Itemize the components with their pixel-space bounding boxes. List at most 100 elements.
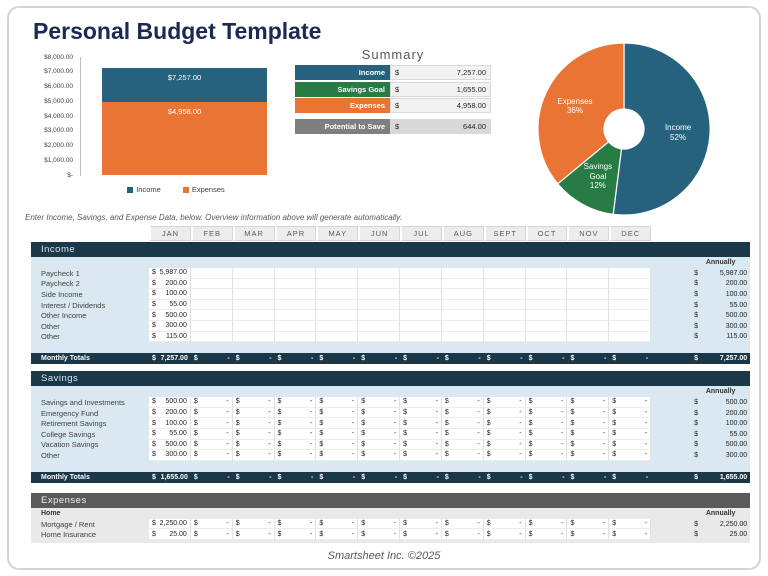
cell-may[interactable]: $- [316,440,358,451]
cell-sept[interactable]: $- [484,418,526,429]
cell-feb[interactable]: $- [191,429,233,440]
cell-nov[interactable]: $- [567,397,609,408]
cell-jul[interactable]: $- [400,440,442,451]
cell-aug[interactable] [442,321,484,332]
cell-mar[interactable] [233,300,275,311]
cell-jan[interactable]: $5,987.00 [149,268,191,279]
cell-apr[interactable] [275,332,317,343]
cell-sept[interactable] [484,300,526,311]
cell-dec[interactable]: $- [609,397,651,408]
cell-jan[interactable]: $200.00 [149,408,191,419]
cell-oct[interactable] [526,321,568,332]
cell-oct[interactable] [526,310,568,321]
cell-jun[interactable] [358,289,400,300]
month-header-oct[interactable]: OCT [526,226,568,241]
cell-jul[interactable]: $- [400,519,442,530]
cell-feb[interactable] [191,279,233,290]
cell-mar[interactable] [233,279,275,290]
cell-jul[interactable]: $- [400,397,442,408]
cell-may[interactable] [316,332,358,343]
cell-jun[interactable] [358,310,400,321]
cell-jun[interactable]: $- [358,440,400,451]
cell-aug[interactable] [442,332,484,343]
month-header-sept[interactable]: SEPT [484,226,526,241]
cell-mar[interactable]: $- [233,429,275,440]
cell-dec[interactable] [609,332,651,343]
cell-oct[interactable]: $- [526,418,568,429]
summary-value-cell[interactable]: $644.00 [390,119,491,134]
cell-sept[interactable] [484,310,526,321]
cell-may[interactable] [316,321,358,332]
cell-apr[interactable] [275,268,317,279]
cell-feb[interactable]: $- [191,450,233,461]
cell-feb[interactable]: $- [191,397,233,408]
cell-jun[interactable]: $- [358,429,400,440]
month-header-dec[interactable]: DEC [609,226,651,241]
cell-aug[interactable]: $- [442,519,484,530]
summary-value-cell[interactable]: $1,655.00 [390,82,491,97]
cell-mar[interactable]: $- [233,397,275,408]
cell-nov[interactable] [567,268,609,279]
cell-aug[interactable]: $- [442,408,484,419]
cell-may[interactable] [316,289,358,300]
cell-apr[interactable] [275,289,317,300]
cell-feb[interactable] [191,268,233,279]
cell-apr[interactable]: $- [275,429,317,440]
cell-nov[interactable] [567,300,609,311]
cell-nov[interactable]: $- [567,450,609,461]
cell-aug[interactable] [442,300,484,311]
cell-nov[interactable]: $- [567,440,609,451]
cell-aug[interactable] [442,279,484,290]
cell-oct[interactable]: $- [526,397,568,408]
cell-oct[interactable]: $- [526,519,568,530]
cell-sept[interactable] [484,332,526,343]
cell-feb[interactable]: $- [191,519,233,530]
cell-jun[interactable]: $- [358,408,400,419]
cell-oct[interactable] [526,332,568,343]
cell-sept[interactable]: $- [484,429,526,440]
cell-jun[interactable] [358,321,400,332]
cell-apr[interactable]: $- [275,450,317,461]
cell-dec[interactable]: $- [609,408,651,419]
cell-jan[interactable]: $300.00 [149,321,191,332]
cell-mar[interactable] [233,332,275,343]
month-header-mar[interactable]: MAR [233,226,275,241]
cell-nov[interactable] [567,332,609,343]
cell-dec[interactable]: $- [609,418,651,429]
cell-may[interactable]: $- [316,418,358,429]
cell-may[interactable] [316,279,358,290]
cell-may[interactable]: $- [316,529,358,540]
cell-mar[interactable] [233,310,275,321]
cell-jun[interactable]: $- [358,519,400,530]
cell-jun[interactable]: $- [358,450,400,461]
cell-mar[interactable] [233,321,275,332]
cell-jul[interactable]: $- [400,408,442,419]
cell-jan[interactable]: $55.00 [149,300,191,311]
cell-feb[interactable]: $- [191,529,233,540]
cell-nov[interactable]: $- [567,408,609,419]
cell-jan[interactable]: $115.00 [149,332,191,343]
cell-apr[interactable] [275,279,317,290]
cell-feb[interactable] [191,300,233,311]
cell-feb[interactable]: $- [191,408,233,419]
cell-jun[interactable] [358,300,400,311]
cell-jul[interactable] [400,279,442,290]
cell-jun[interactable]: $- [358,397,400,408]
cell-dec[interactable]: $- [609,429,651,440]
cell-nov[interactable]: $- [567,519,609,530]
cell-oct[interactable]: $- [526,429,568,440]
cell-jan[interactable]: $25.00 [149,529,191,540]
cell-jul[interactable]: $- [400,529,442,540]
cell-mar[interactable]: $- [233,418,275,429]
cell-feb[interactable] [191,332,233,343]
cell-aug[interactable]: $- [442,429,484,440]
cell-oct[interactable] [526,279,568,290]
cell-sept[interactable]: $- [484,519,526,530]
cell-jun[interactable] [358,268,400,279]
month-header-jul[interactable]: JUL [400,226,442,241]
cell-dec[interactable] [609,310,651,321]
cell-oct[interactable] [526,300,568,311]
cell-feb[interactable] [191,321,233,332]
cell-may[interactable] [316,300,358,311]
cell-jul[interactable] [400,289,442,300]
